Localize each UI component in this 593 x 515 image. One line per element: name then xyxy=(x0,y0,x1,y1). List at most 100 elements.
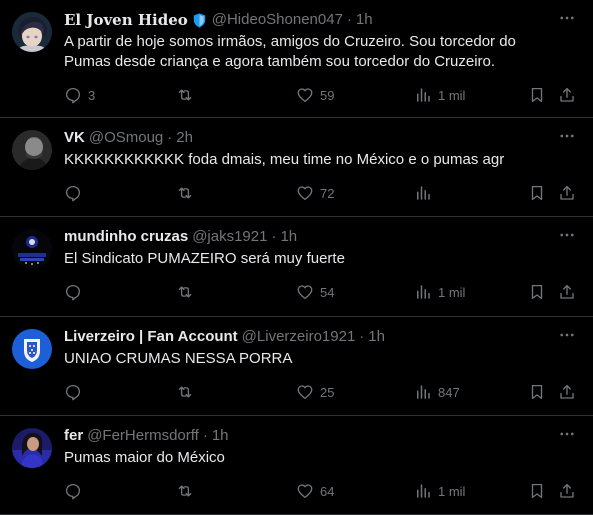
avatar[interactable] xyxy=(12,229,52,269)
share-icon xyxy=(560,87,574,102)
reply-icon xyxy=(65,284,81,301)
crest-dark-avatar-image xyxy=(12,229,52,269)
share-button[interactable] xyxy=(558,482,576,500)
share-icon xyxy=(560,483,574,498)
views-button[interactable] xyxy=(414,184,438,202)
dark-portrait-avatar-image xyxy=(12,130,52,170)
avatar[interactable] xyxy=(12,130,52,170)
timestamp[interactable]: 1h xyxy=(368,327,385,347)
display-name[interactable]: El Joven Hideo xyxy=(64,10,188,30)
retweet-button[interactable] xyxy=(176,383,200,401)
bookmark-icon xyxy=(531,284,543,300)
like-button[interactable]: 25 xyxy=(296,383,334,401)
reply-button[interactable] xyxy=(64,383,88,401)
action-bar: 72 xyxy=(64,176,577,212)
action-bar: 54 1 mil xyxy=(64,275,577,311)
more-options-icon[interactable] xyxy=(555,8,579,28)
share-button[interactable] xyxy=(558,184,576,202)
retweet-button[interactable] xyxy=(176,482,200,500)
reply-button[interactable]: 3 xyxy=(64,86,95,104)
separator-dot: · xyxy=(167,129,173,146)
tweet-text: KKKKKKKKKKKK foda dmais, meu time no Méx… xyxy=(64,151,505,168)
views-button[interactable]: 847 xyxy=(414,383,460,401)
like-button[interactable]: 59 xyxy=(296,86,334,104)
tweet[interactable]: VK @OSmoug · 2h KKKKKKKKKKKK foda dmais,… xyxy=(0,118,593,217)
timestamp[interactable]: 1h xyxy=(212,426,229,446)
share-button[interactable] xyxy=(558,86,576,104)
action-bar: 3 59 1 mil xyxy=(64,78,577,114)
tweet-header: fer @FerHermsdorff · 1h xyxy=(64,426,577,446)
separator-dot: · xyxy=(346,11,352,28)
separator-dot: · xyxy=(202,427,208,444)
timestamp[interactable]: 1h xyxy=(356,10,373,30)
username-handle[interactable]: @OSmoug xyxy=(89,128,163,148)
more-options-icon[interactable] xyxy=(555,424,579,444)
blue-crest-avatar-image xyxy=(12,329,52,369)
reply-icon xyxy=(65,384,81,401)
tweet-text: Pumas maior do México xyxy=(64,449,225,466)
view-count: 847 xyxy=(438,384,460,400)
views-button[interactable]: 1 mil xyxy=(414,482,465,500)
view-count: 1 mil xyxy=(438,87,466,103)
more-options-icon[interactable] xyxy=(555,225,579,245)
retweet-icon xyxy=(178,89,192,101)
avatar[interactable] xyxy=(12,329,52,369)
tweet[interactable]: Liverzeiro | Fan Account @Liverzeiro1921… xyxy=(0,317,593,416)
display-name[interactable]: mundinho cruzas xyxy=(64,227,188,247)
bookmark-button[interactable] xyxy=(528,184,546,202)
reply-button[interactable] xyxy=(64,184,88,202)
username-handle[interactable]: @FerHermsdorff xyxy=(87,426,199,446)
tweet-header: Liverzeiro | Fan Account @Liverzeiro1921… xyxy=(64,327,577,347)
view-count: 1 mil xyxy=(438,284,466,300)
username-handle[interactable]: @jaks1921 xyxy=(192,227,267,247)
like-count: 64 xyxy=(320,483,335,499)
reply-count: 3 xyxy=(88,87,96,103)
retweet-button[interactable] xyxy=(176,184,200,202)
heart-icon xyxy=(297,88,313,103)
tweet-header: El Joven Hideo @HideoShonen047 · 1h xyxy=(64,10,577,30)
views-button[interactable]: 1 mil xyxy=(414,283,465,301)
separator-dot: · xyxy=(271,228,277,245)
share-button[interactable] xyxy=(558,283,576,301)
bookmark-icon xyxy=(531,87,543,103)
username-handle[interactable]: @HideoShonen047 xyxy=(212,10,343,30)
tweet[interactable]: El Joven Hideo @HideoShonen047 · 1h A pa… xyxy=(0,0,593,118)
bookmark-button[interactable] xyxy=(528,482,546,500)
heart-icon xyxy=(297,186,313,201)
more-options-icon[interactable] xyxy=(555,325,579,345)
bookmark-icon xyxy=(531,185,543,201)
like-count: 59 xyxy=(320,87,335,103)
tweet-text: A partir de hoje somos irmãos, amigos do… xyxy=(64,33,516,70)
tweet[interactable]: fer @FerHermsdorff · 1h Pumas maior do M… xyxy=(0,416,593,515)
like-button[interactable]: 54 xyxy=(296,283,334,301)
timestamp[interactable]: 2h xyxy=(176,128,193,148)
action-bar: 25 847 xyxy=(64,375,577,411)
avatar[interactable] xyxy=(12,428,52,468)
analytics-icon xyxy=(417,484,430,498)
heart-icon xyxy=(297,484,313,499)
username-handle[interactable]: @Liverzeiro1921 xyxy=(242,327,356,347)
like-button[interactable]: 64 xyxy=(296,482,334,500)
share-button[interactable] xyxy=(558,383,576,401)
retweet-button[interactable] xyxy=(176,86,200,104)
reply-icon xyxy=(65,483,81,500)
avatar[interactable] xyxy=(12,12,52,52)
analytics-icon xyxy=(417,186,430,200)
tweet[interactable]: mundinho cruzas @jaks1921 · 1h El Sindic… xyxy=(0,217,593,317)
reply-button[interactable] xyxy=(64,283,88,301)
timestamp[interactable]: 1h xyxy=(280,227,297,247)
reply-button[interactable] xyxy=(64,482,88,500)
share-icon xyxy=(560,284,574,299)
like-button[interactable]: 72 xyxy=(296,184,334,202)
display-name[interactable]: fer xyxy=(64,426,83,446)
views-button[interactable]: 1 mil xyxy=(414,86,465,104)
heart-icon xyxy=(297,385,313,400)
bookmark-button[interactable] xyxy=(528,86,546,104)
bookmark-icon xyxy=(531,483,543,499)
bookmark-button[interactable] xyxy=(528,383,546,401)
bookmark-button[interactable] xyxy=(528,283,546,301)
more-options-icon[interactable] xyxy=(555,126,579,146)
display-name[interactable]: Liverzeiro | Fan Account xyxy=(64,327,238,347)
display-name[interactable]: VK xyxy=(64,128,85,148)
retweet-button[interactable] xyxy=(176,283,200,301)
